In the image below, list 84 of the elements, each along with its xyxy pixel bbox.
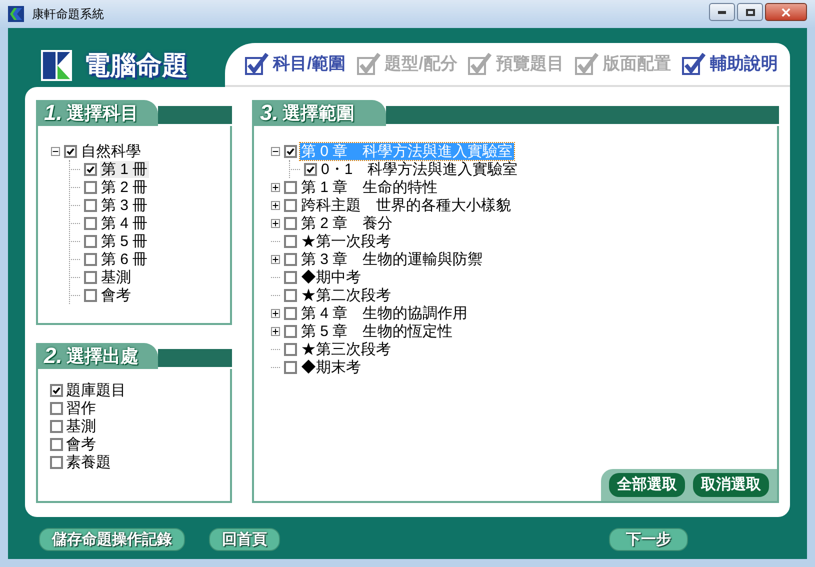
source-option[interactable]: 基測 — [66, 418, 96, 434]
expand-icon[interactable] — [271, 326, 280, 336]
tree-item[interactable]: 第 3 章 生物的運輸與防禦 — [300, 250, 484, 268]
panel-number: 2. — [44, 345, 62, 367]
tree-item[interactable]: 0・1 科學方法與進入實驗室 — [320, 160, 519, 178]
checkbox[interactable] — [84, 162, 97, 176]
expand-icon[interactable] — [271, 200, 280, 210]
tree-item[interactable]: 自然科學 — [80, 142, 142, 160]
checkbox[interactable] — [284, 180, 297, 194]
tree-item[interactable]: 第 2 章 養分 — [300, 214, 394, 232]
checkbox[interactable] — [50, 420, 63, 432]
panel-number: 1. — [44, 102, 62, 124]
checkbox[interactable] — [284, 306, 297, 320]
logo-icon — [41, 50, 72, 80]
collapse-icon[interactable] — [271, 146, 280, 156]
checkbox[interactable] — [284, 216, 297, 230]
checkbox[interactable] — [284, 234, 297, 248]
source-option[interactable]: 素養題 — [66, 454, 111, 470]
checkbox[interactable] — [50, 456, 63, 468]
checkbox[interactable] — [50, 402, 63, 414]
app-title: 電腦命題 — [84, 48, 188, 82]
checkbox[interactable] — [84, 270, 97, 284]
tree-item[interactable]: 第 5 冊 — [100, 232, 149, 250]
panel-title: 選擇範圍 — [282, 104, 354, 122]
checkbox[interactable] — [284, 324, 297, 338]
tree-item[interactable]: 第 2 冊 — [100, 178, 149, 196]
checkbox[interactable] — [284, 144, 297, 158]
tree-item[interactable]: 基測 — [100, 268, 132, 286]
checkbox[interactable] — [284, 360, 297, 374]
panel-number: 3. — [260, 102, 278, 124]
checkbox[interactable] — [84, 180, 97, 194]
panel-title: 選擇出處 — [66, 347, 138, 365]
tree-item[interactable]: ★第一次段考 — [300, 232, 392, 250]
tree-item[interactable]: 第 6 冊 — [100, 250, 149, 268]
expand-icon[interactable] — [271, 308, 280, 318]
tree-item[interactable]: 第 5 章 生物的恆定性 — [300, 322, 454, 340]
checkmark-icon — [575, 53, 600, 75]
collapse-icon[interactable] — [51, 146, 60, 156]
checkbox[interactable] — [284, 252, 297, 266]
select-button[interactable]: 全部選取 — [609, 473, 685, 497]
checkmark-icon — [245, 53, 269, 75]
checkbox[interactable] — [50, 384, 63, 396]
tree-item[interactable]: ◆期中考 — [300, 268, 362, 286]
checkbox[interactable] — [284, 342, 297, 356]
checkbox[interactable] — [304, 162, 317, 176]
checkmark-icon — [356, 53, 381, 75]
checkbox[interactable] — [84, 198, 97, 212]
checkbox[interactable] — [84, 216, 97, 230]
maximize-button[interactable] — [737, 3, 763, 21]
panel-title: 選擇科目 — [66, 104, 138, 122]
checkbox[interactable] — [284, 288, 297, 302]
window-title: 康軒命題系統 — [32, 6, 104, 23]
checkbox[interactable] — [84, 252, 97, 266]
checkbox[interactable] — [284, 198, 297, 212]
tree-item[interactable]: ★第二次段考 — [300, 286, 392, 304]
tree-item[interactable]: ★第三次段考 — [300, 340, 392, 358]
expand-icon[interactable] — [271, 218, 280, 228]
tree-item[interactable]: 第 4 冊 — [100, 214, 149, 232]
source-option[interactable]: 會考 — [66, 436, 96, 452]
expand-icon[interactable] — [271, 182, 280, 192]
close-icon — [781, 8, 791, 16]
close-button[interactable] — [765, 3, 807, 21]
tree-item[interactable]: 第 3 冊 — [100, 196, 149, 214]
tree-item[interactable]: 會考 — [100, 286, 132, 304]
tree-item[interactable]: 第 1 冊 — [100, 160, 149, 178]
checkbox[interactable] — [50, 438, 63, 450]
step-tab[interactable]: 輔助說明 — [682, 51, 778, 77]
checkbox[interactable] — [284, 270, 297, 284]
select-button[interactable]: 取消選取 — [693, 473, 769, 497]
app-icon — [8, 6, 24, 22]
expand-icon[interactable] — [271, 254, 280, 264]
tree-item[interactable]: ◆期末考 — [300, 358, 362, 376]
source-option[interactable]: 題庫題目 — [66, 382, 126, 398]
source-option[interactable]: 習作 — [66, 400, 96, 416]
step-tab[interactable]: 科目/範圍 — [245, 51, 346, 77]
checkbox[interactable] — [84, 288, 97, 302]
tree-item[interactable]: 跨科主題 世界的各種大小樣貌 — [300, 196, 512, 214]
checkmark-icon — [468, 53, 492, 75]
checkbox[interactable] — [84, 234, 97, 248]
tree-item[interactable]: 第 1 章 生命的特性 — [300, 178, 439, 196]
tree-item[interactable]: 第 4 章 生物的協調作用 — [300, 304, 469, 322]
checkbox[interactable] — [64, 144, 77, 158]
checkmark-icon — [682, 53, 706, 75]
minimize-button[interactable] — [709, 3, 735, 21]
